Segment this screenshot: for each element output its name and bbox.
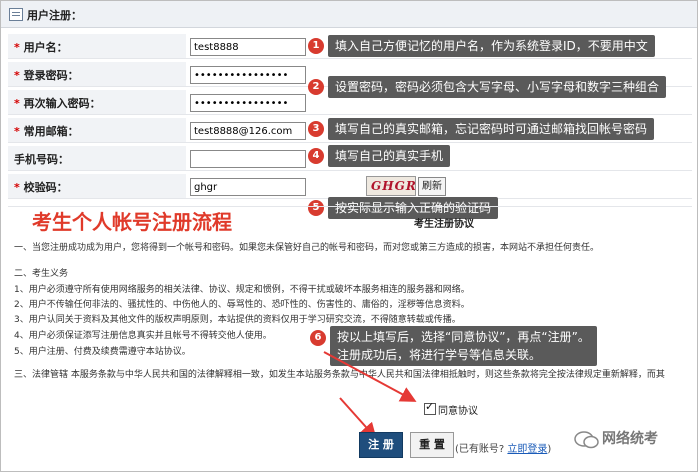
login-prompt-prefix: (已有账号? xyxy=(455,444,505,455)
arrow-to-register-icon xyxy=(339,397,377,439)
agree-label: 同意协议 xyxy=(438,406,478,417)
register-button[interactable]: 注 册 xyxy=(359,432,403,458)
login-link[interactable]: 立即登录 xyxy=(507,444,547,455)
wechat-icon xyxy=(574,430,600,450)
reset-button[interactable]: 重 置 xyxy=(410,432,454,458)
arrow-to-agree-icon xyxy=(323,351,417,402)
annotation-arrows xyxy=(323,351,417,439)
watermark-text: 网络统考 xyxy=(602,431,658,447)
checkmark-icon: ✓ xyxy=(425,400,435,413)
login-prompt-suffix: ) xyxy=(547,444,552,455)
login-prompt: (已有账号? 立即登录) xyxy=(455,440,551,455)
agree-checkbox[interactable]: ✓ xyxy=(424,400,436,415)
